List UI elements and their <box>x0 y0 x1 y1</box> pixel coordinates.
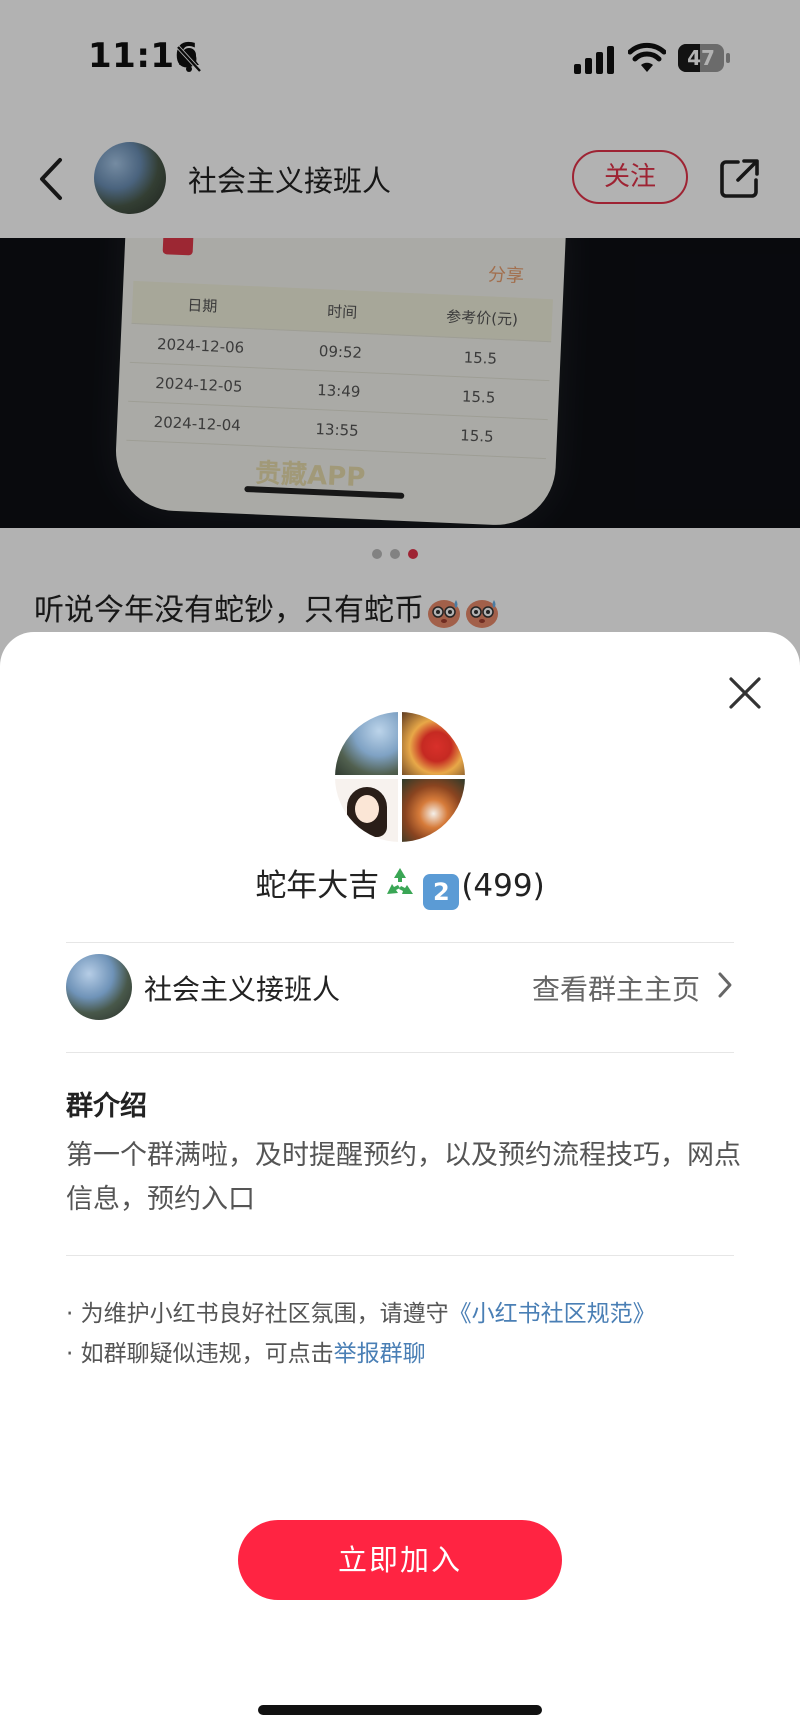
group-chat-sheet: 蛇年大吉 2 (499) 社会主义接班人 查看群主主页 群介绍 第一个群满啦，及时… <box>0 632 800 1734</box>
divider <box>66 1255 734 1256</box>
member-avatar <box>402 712 465 775</box>
avatar-face <box>355 795 379 823</box>
group-member-count: (499) <box>461 868 545 904</box>
report-group-link[interactable]: 举报群聊 <box>334 1341 426 1367</box>
divider <box>66 942 734 943</box>
owner-avatar <box>66 954 132 1020</box>
close-icon[interactable] <box>728 676 762 710</box>
notice-text: · 如群聊疑似违规，可点击 <box>66 1341 334 1367</box>
community-notice: · 为维护小红书良好社区氛围，请遵守《小红书社区规范》 <box>66 1294 656 1328</box>
group-name-text: 蛇年大吉 <box>255 868 380 904</box>
group-avatar <box>335 712 465 842</box>
group-owner-row[interactable]: 社会主义接班人 查看群主主页 <box>66 952 734 1022</box>
group-number-badge: 2 <box>423 874 460 910</box>
group-name: 蛇年大吉 2 (499) <box>0 860 800 910</box>
member-avatar <box>335 712 398 775</box>
chevron-right-icon <box>718 972 732 998</box>
join-now-button[interactable]: 立即加入 <box>238 1520 562 1600</box>
community-guidelines-link[interactable]: 《小红书社区规范》 <box>449 1301 656 1327</box>
home-indicator <box>258 1705 542 1715</box>
member-avatar <box>402 779 465 842</box>
report-notice: · 如群聊疑似违规，可点击举报群聊 <box>66 1334 426 1368</box>
group-intro-text: 第一个群满啦，及时提醒预约，以及预约流程技巧，网点信息，预约入口 <box>66 1140 741 1215</box>
recycle-emoji-icon <box>387 868 414 894</box>
member-avatar <box>335 779 398 842</box>
view-owner-profile-link[interactable]: 查看群主主页 <box>532 968 700 1008</box>
divider <box>66 1052 734 1053</box>
group-intro-title: 群介绍 <box>66 1091 147 1122</box>
notice-text: · 为维护小红书良好社区氛围，请遵守 <box>66 1301 449 1327</box>
owner-name: 社会主义接班人 <box>144 973 341 1006</box>
